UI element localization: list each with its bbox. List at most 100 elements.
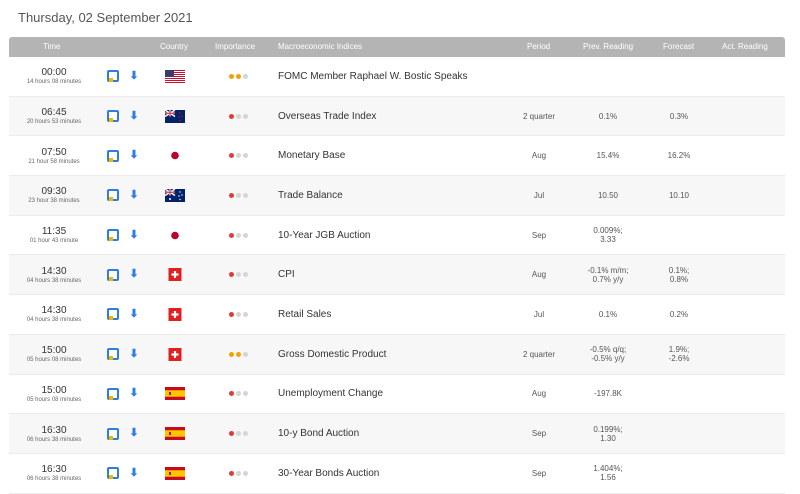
download-button[interactable]: ⬇ [127,454,141,493]
add-to-calendar-button[interactable] [105,97,121,136]
importance-dot [228,153,234,159]
table-row[interactable]: 09:30 23 hour 38 minutes ⬇ Trade Balance… [9,176,785,216]
importance-dot [235,351,241,357]
download-button[interactable]: ⬇ [127,414,141,453]
importance-dot [242,391,248,397]
importance-dot [242,192,248,198]
download-button[interactable]: ⬇ [127,375,141,414]
importance-dot [242,73,248,79]
table-row[interactable]: 16:30 06 hours 38 minutes ⬇ 10-y Bond Au… [9,414,785,454]
event-period: Jul [533,190,545,200]
download-button[interactable]: ⬇ [127,97,141,136]
event-name[interactable]: CPI [278,255,508,294]
col-actual[interactable]: Act. Reading [722,37,768,57]
calendar-icon [107,149,119,162]
importance-dot [228,311,234,317]
event-time: 06:45 [41,107,67,119]
calendar-icon [107,348,119,361]
col-country[interactable]: Country [160,37,188,57]
col-prev[interactable]: Prev. Reading [583,37,633,57]
add-to-calendar-button[interactable] [105,295,121,334]
table-row[interactable]: 14:30 04 hours 38 minutes ⬇ CPI Aug -0.1… [9,255,785,296]
prev-reading-line1: -0.5% q/q; [589,345,627,355]
add-to-calendar-button[interactable] [105,57,121,96]
importance-dot [235,470,241,476]
col-indices[interactable]: Macroeconomic Indices [278,37,362,57]
event-name[interactable]: Monetary Base [278,136,508,175]
event-name[interactable]: 10-Year JGB Auction [278,216,508,255]
importance-dot [242,470,248,476]
event-time: 14:30 [41,265,67,277]
event-name[interactable]: Overseas Trade Index [278,97,508,136]
economic-calendar-table: Time Country Importance Macroeconomic In… [9,37,785,494]
add-to-calendar-button[interactable] [105,136,121,175]
prev-reading-line2: 3.33 [600,235,616,245]
event-name[interactable]: 10-y Bond Auction [278,414,508,453]
table-row[interactable]: 07:50 21 hour 58 minutes ⬇ Monetary Base… [9,136,785,177]
col-time[interactable]: Time [43,37,60,57]
ch-flag [168,268,182,282]
table-row[interactable]: 15:00 05 hours 08 minutes ⬇ Gross Domest… [9,334,785,375]
download-button[interactable]: ⬇ [127,136,141,175]
ch-flag [168,307,182,321]
forecast-reading [647,454,711,493]
time-cell: 16:30 06 hours 38 minutes [17,414,91,453]
country-flag [164,454,186,493]
table-row[interactable]: 14:30 04 hours 38 minutes ⬇ Retail Sales… [9,295,785,335]
table-row[interactable]: 16:30 06 hours 38 minutes ⬇ 30-Year Bond… [9,454,785,494]
event-name[interactable]: Gross Domestic Product [278,335,508,374]
time-cell: 11:35 01 hour 43 minute [17,216,91,255]
importance-dot [228,73,234,79]
add-to-calendar-button[interactable] [105,176,121,215]
prev-reading: 0.1% [575,97,641,136]
download-icon: ⬇ [129,427,139,440]
col-importance[interactable]: Importance [215,37,255,57]
table-row[interactable]: 06:45 20 hours 53 minutes ⬇ Overseas Tra… [9,96,785,137]
download-button[interactable]: ⬇ [127,57,141,96]
es-flag [165,466,185,480]
col-period[interactable]: Period [527,37,550,57]
event-name[interactable]: 30-Year Bonds Auction [278,454,508,493]
event-name[interactable]: FOMC Member Raphael W. Bostic Speaks [278,57,508,96]
us-flag [165,69,185,83]
add-to-calendar-button[interactable] [105,216,121,255]
prev-reading-line1: 0.009%; [593,226,623,236]
calendar-icon [107,308,119,321]
time-cell: 06:45 20 hours 53 minutes [17,97,91,136]
event-name[interactable]: Trade Balance [278,176,508,215]
table-row[interactable]: 00:00 14 hours 08 minutes ⬇ FOMC Member … [9,57,785,97]
event-time: 07:50 [41,146,67,158]
download-button[interactable]: ⬇ [127,335,141,374]
event-countdown: 06 hours 38 minutes [26,436,82,443]
prev-reading [575,57,641,96]
forecast-reading: 0.3% [647,97,711,136]
event-time: 11:35 [41,226,67,238]
forecast-reading [647,216,711,255]
download-button[interactable]: ⬇ [127,295,141,334]
download-button[interactable]: ⬇ [127,255,141,294]
download-icon: ⬇ [129,69,139,82]
importance-indicator [224,176,252,215]
table-row[interactable]: 11:35 01 hour 43 minute ⬇ 10-Year JGB Au… [9,216,785,256]
add-to-calendar-button[interactable] [105,375,121,414]
download-button[interactable]: ⬇ [127,216,141,255]
importance-dot [228,272,234,278]
event-name[interactable]: Retail Sales [278,295,508,334]
forecast-reading: 0.1%; 0.8% [647,255,711,294]
add-to-calendar-button[interactable] [105,335,121,374]
add-to-calendar-button[interactable] [105,414,121,453]
importance-indicator [224,375,252,414]
add-to-calendar-button[interactable] [105,454,121,493]
prev-reading: 0.1% [575,295,641,334]
event-period: Sep [531,429,547,439]
country-flag [164,97,186,136]
table-body: 00:00 14 hours 08 minutes ⬇ FOMC Member … [9,57,785,494]
download-icon: ⬇ [129,307,139,320]
col-forecast[interactable]: Forecast [663,37,694,57]
download-button[interactable]: ⬇ [127,176,141,215]
table-row[interactable]: 15:00 05 hours 08 minutes ⬇ Unemployment… [9,375,785,415]
add-to-calendar-button[interactable] [105,255,121,294]
event-period: Aug [531,151,547,161]
importance-dot [242,272,248,278]
event-name[interactable]: Unemployment Change [278,375,508,414]
